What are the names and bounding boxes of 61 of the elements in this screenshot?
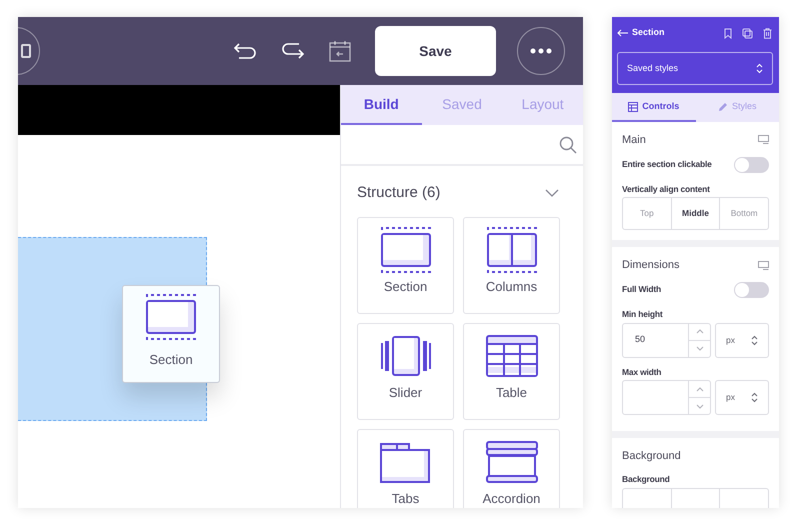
table-icon xyxy=(484,332,540,378)
unit-dropdown[interactable]: px xyxy=(715,322,769,358)
down-caret-icon xyxy=(696,404,704,409)
toggle-switch[interactable] xyxy=(734,156,769,172)
redo-icon[interactable] xyxy=(281,42,305,60)
field-label: Min height xyxy=(622,308,664,320)
up-caret-icon xyxy=(696,386,704,392)
element-card[interactable]: Tabs xyxy=(357,428,454,508)
table-icon xyxy=(628,102,638,112)
up-down-caret-icon xyxy=(751,334,758,346)
search-icon xyxy=(559,136,577,154)
element-card[interactable]: Slider xyxy=(357,322,454,420)
unit-dropdown[interactable]: px xyxy=(715,380,769,416)
element-label: Table xyxy=(496,386,528,400)
more-button[interactable] xyxy=(517,27,565,75)
undo-icon[interactable] xyxy=(233,42,257,60)
down-caret-icon xyxy=(696,346,704,351)
field-label: Entire section clickable xyxy=(622,158,712,171)
monitor-icon[interactable] xyxy=(758,135,769,146)
up-down-caret-icon xyxy=(756,63,763,74)
copy-icon[interactable] xyxy=(742,28,753,38)
accordion-icon xyxy=(484,438,540,484)
chevron-icon[interactable] xyxy=(545,189,559,198)
monitor-icon[interactable] xyxy=(758,260,769,270)
tab[interactable]: Build xyxy=(341,85,422,125)
back-arrow-icon[interactable] xyxy=(617,29,629,37)
field-label: Max width xyxy=(622,366,662,378)
number-field[interactable] xyxy=(622,380,711,416)
pencil-icon xyxy=(718,102,728,112)
toggle-switch[interactable] xyxy=(734,282,769,298)
group-title: Dimensions xyxy=(622,258,680,274)
element-label: Section xyxy=(384,280,428,294)
save-button[interactable]: Save xyxy=(375,26,496,76)
group-title: Main xyxy=(622,133,646,148)
saved-styles-dropdown[interactable]: Saved styles xyxy=(617,52,773,85)
field-label: Vertically align content xyxy=(622,182,711,196)
dragged-section-card[interactable]: Section xyxy=(122,285,220,383)
number-field[interactable]: 50 xyxy=(622,322,711,358)
more-icon xyxy=(530,48,552,54)
element-card[interactable]: Accordion xyxy=(463,428,560,508)
square-icon xyxy=(21,44,31,58)
element-label: Accordion xyxy=(482,492,540,506)
field-label: Background xyxy=(622,472,671,486)
trash-icon[interactable] xyxy=(763,28,772,38)
up-caret-icon xyxy=(696,329,704,334)
category-title: Structure (6) xyxy=(357,183,440,203)
element-card[interactable]: Table xyxy=(463,322,560,420)
bookmark-icon[interactable] xyxy=(724,28,732,38)
up-down-caret-icon xyxy=(751,392,758,404)
segment-option[interactable]: Middle xyxy=(670,198,720,230)
element-card[interactable]: Columns xyxy=(463,216,560,314)
element-label: Tabs xyxy=(392,492,420,506)
field-label: Full Width xyxy=(622,283,661,296)
calendar-icon[interactable] xyxy=(329,40,351,62)
element-card[interactable]: Section xyxy=(357,216,454,314)
element-label: Slider xyxy=(388,386,422,400)
settings-title: Section xyxy=(632,26,665,40)
element-label: Section xyxy=(149,351,193,369)
element-label: Columns xyxy=(486,280,538,294)
group-title: Background xyxy=(622,449,681,464)
section-icon xyxy=(143,294,199,340)
